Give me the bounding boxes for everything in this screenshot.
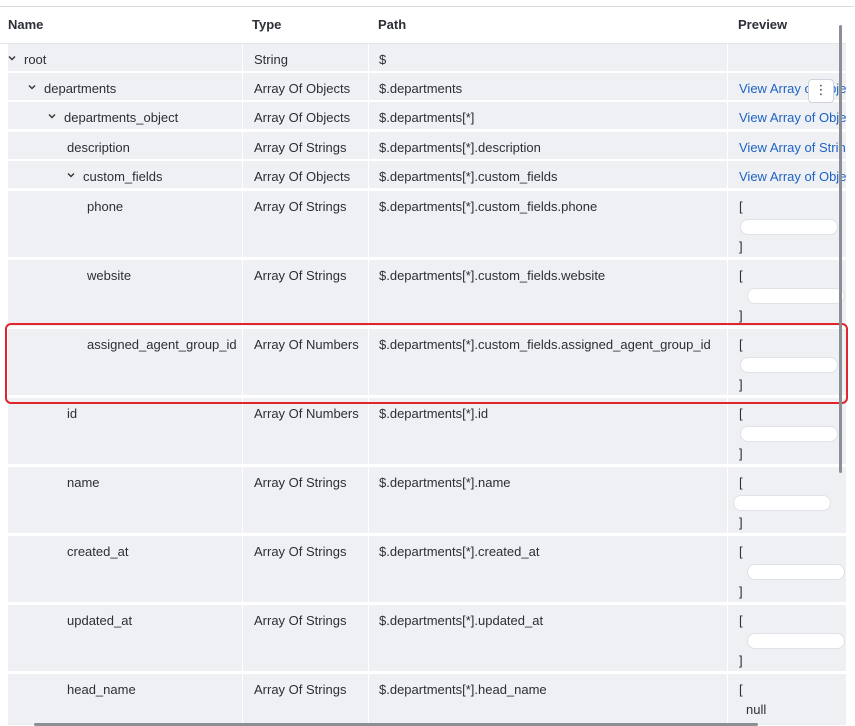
chevron-down-icon[interactable] [8,54,16,62]
row-path: $.departments[*].updated_at [379,613,544,628]
row-path: $.departments[*].created_at [379,544,540,559]
row-type: Array Of Strings [254,268,347,283]
table-row[interactable]: departments_object Array Of Objects $.de… [8,102,846,129]
row-type: Array Of Strings [254,682,347,697]
table-row[interactable]: name Array Of Strings $.departments[*].n… [8,467,846,533]
view-array-link[interactable]: View Array of Objects [739,110,846,125]
table-row[interactable]: phone Array Of Strings $.departments[*].… [8,191,846,257]
table-row[interactable]: head_name Array Of Strings $.departments… [8,674,846,725]
row-path: $.departments[*].custom_fields [379,169,558,184]
preview-close-bracket: ] [739,446,743,461]
preview-open-bracket: [ [739,682,743,697]
header-path[interactable]: Path [378,7,406,43]
row-name: root [24,52,47,67]
redacted-value [748,289,844,303]
table-row[interactable]: description Array Of Strings $.departmen… [8,132,846,159]
preview-open-bracket: [ [739,199,743,214]
row-path: $.departments [379,81,463,96]
row-name: name [67,475,100,490]
row-name: updated_at [67,613,133,628]
preview-open-bracket: [ [739,268,743,283]
preview-close-bracket: ] [739,653,743,668]
row-type: Array Of Strings [254,475,347,490]
chevron-down-icon[interactable] [28,83,36,91]
row-path: $.departments[*].description [379,140,541,155]
row-path: $.departments[*].custom_fields.website [379,268,606,283]
row-name: custom_fields [83,169,163,184]
kebab-menu-icon[interactable]: ⋮ [808,79,834,103]
table-row[interactable]: root String $ [8,44,846,71]
header-name[interactable]: Name [8,7,43,43]
chevron-down-icon[interactable] [48,112,56,120]
table-row[interactable]: website Array Of Strings $.departments[*… [8,260,846,326]
row-name: website [87,268,132,283]
redacted-value [748,565,844,579]
row-name: head_name [67,682,136,697]
json-schema-table: Name Type Path Preview root String $ dep… [0,6,854,726]
redacted-value [741,220,837,234]
redacted-value [748,634,844,648]
table-row[interactable]: created_at Array Of Strings $.department… [8,536,846,602]
row-name: created_at [67,544,129,559]
highlighted-row-outline [5,323,848,404]
row-name: description [67,140,130,155]
row-type: Array Of Strings [254,140,347,155]
row-name: id [67,406,78,421]
redacted-value [734,496,830,510]
row-name: phone [87,199,124,214]
chevron-down-icon[interactable] [67,171,75,179]
row-name: departments [44,81,117,96]
table-row[interactable]: custom_fields Array Of Objects $.departm… [8,161,846,188]
table-row[interactable]: id Array Of Numbers $.departments[*].id … [8,398,846,464]
row-type: Array Of Numbers [254,406,359,421]
row-path: $.departments[*].custom_fields.phone [379,199,598,214]
preview-close-bracket: ] [739,584,743,599]
preview-open-bracket: [ [739,613,743,628]
view-array-link[interactable]: View Array of Objects [739,169,846,184]
header-type[interactable]: Type [252,7,281,43]
vertical-scrollbar[interactable] [839,25,842,473]
redacted-value [741,427,837,441]
preview-open-bracket: [ [739,544,743,559]
row-type: Array Of Objects [254,169,351,184]
view-array-link[interactable]: View Array of Strings [739,140,846,155]
row-path: $.departments[*].name [379,475,511,490]
row-path: $.departments[*].id [379,406,489,421]
preview-close-bracket: ] [739,515,743,530]
row-type: Array Of Strings [254,544,347,559]
table-row[interactable]: updated_at Array Of Strings $.department… [8,605,846,671]
row-type: Array Of Strings [254,613,347,628]
preview-open-bracket: [ [739,475,743,490]
preview-close-bracket: ] [739,239,743,254]
row-type: String [254,52,288,67]
header-preview[interactable]: Preview [738,7,787,43]
row-type: Array Of Strings [254,199,347,214]
row-path: $.departments[*] [379,110,475,125]
table-header: Name Type Path Preview [0,7,846,44]
row-type: Array Of Objects [254,110,351,125]
preview-null-value: null [746,702,767,717]
row-path: $ [379,52,387,67]
preview-open-bracket: [ [739,406,743,421]
table-row[interactable]: departments Array Of Objects $.departmen… [8,73,846,100]
row-type: Array Of Objects [254,81,351,96]
row-path: $.departments[*].head_name [379,682,547,697]
row-name: departments_object [64,110,179,125]
